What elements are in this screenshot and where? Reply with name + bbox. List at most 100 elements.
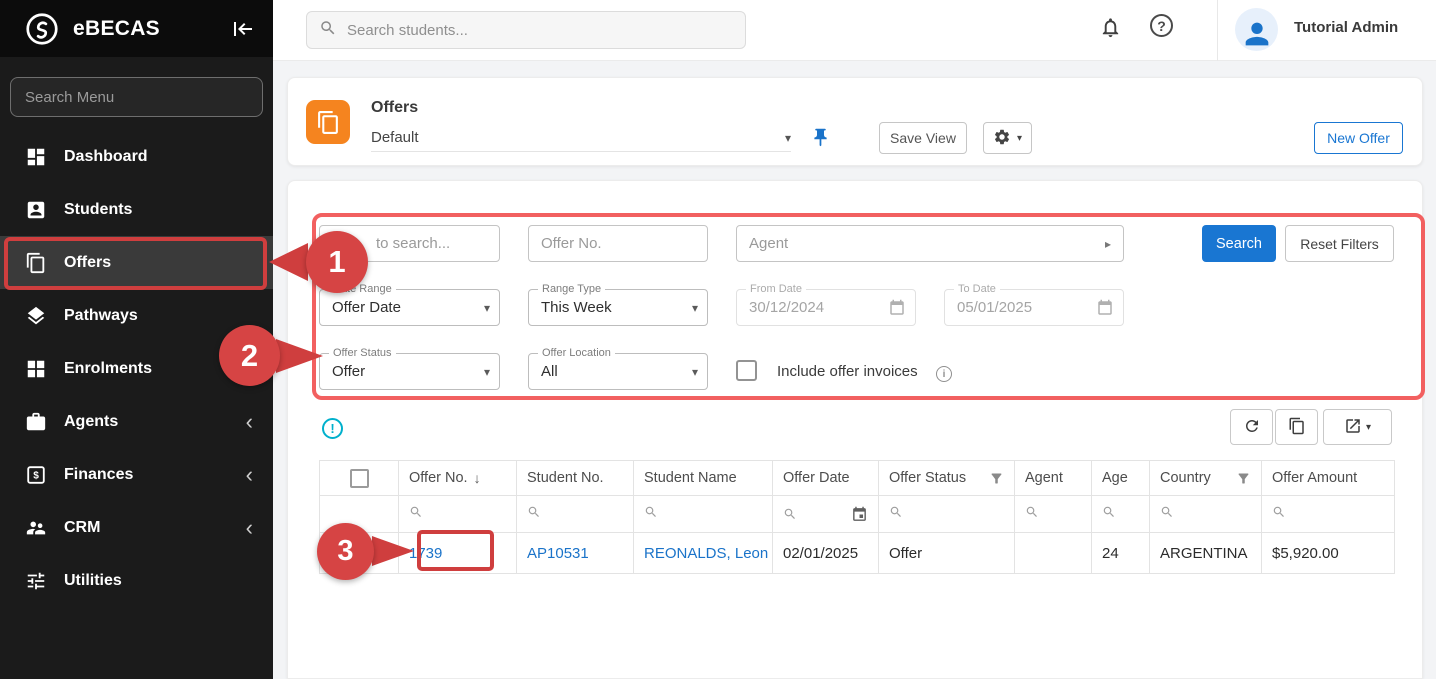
col-offer-amount[interactable]: Offer Amount — [1262, 461, 1395, 496]
include-invoices-checkbox[interactable] — [736, 360, 757, 381]
sort-desc-icon: ↓ — [474, 470, 481, 486]
student-name-column-filter[interactable] — [634, 496, 773, 533]
user-avatar[interactable] — [1235, 8, 1278, 51]
date-range-value: Offer Date — [332, 290, 401, 325]
col-offer-status[interactable]: Offer Status — [879, 461, 1015, 496]
sidebar-collapse-icon[interactable] — [231, 17, 255, 41]
age-column-filter[interactable] — [1092, 496, 1150, 533]
country-cell: ARGENTINA — [1150, 533, 1262, 574]
offer-no-input[interactable] — [528, 225, 708, 262]
sidebar-item-label: Students — [64, 201, 253, 219]
refresh-icon — [1243, 417, 1261, 438]
pin-view-icon[interactable] — [810, 127, 831, 148]
row-select-cell[interactable] — [320, 533, 399, 574]
col-student-name[interactable]: Student Name — [634, 461, 773, 496]
save-view-button[interactable]: Save View — [879, 122, 967, 154]
ebecas-logo-icon — [24, 11, 60, 47]
student-no-column-filter[interactable] — [517, 496, 634, 533]
col-country[interactable]: Country — [1150, 461, 1262, 496]
date-range-select[interactable]: Date Range Offer Date ▾ — [319, 289, 500, 326]
offer-status-select[interactable]: Offer Status Offer ▾ — [319, 353, 500, 390]
offer-no-column-filter[interactable] — [399, 496, 517, 533]
offers-panel-icon — [306, 100, 350, 144]
offers-content-card: Agent ▸ Search Reset Filters Date Range … — [287, 180, 1423, 679]
age-cell: 24 — [1092, 533, 1150, 574]
student-search-input[interactable] — [347, 22, 733, 39]
offer-date-column-filter[interactable] — [773, 496, 879, 533]
offer-amount-column-filter[interactable] — [1262, 496, 1395, 533]
table-row[interactable]: 1739 AP10531 REONALDS, Leon 02/01/2025 O… — [320, 533, 1395, 574]
search-button[interactable]: Search — [1202, 225, 1276, 262]
sidebar-item-utilities[interactable]: Utilities — [0, 554, 273, 607]
sidebar-item-agents[interactable]: Agents ‹ — [0, 395, 273, 448]
to-date-field[interactable]: To Date 05/01/2025 — [944, 289, 1124, 326]
topbar-divider — [1217, 0, 1218, 61]
sidebar-nav: Dashboard Students Offers Pathways Enrol… — [0, 130, 273, 607]
menu-search-input[interactable] — [10, 77, 263, 117]
agent-select[interactable]: Agent ▸ — [736, 225, 1124, 262]
offer-status-column-filter[interactable] — [879, 496, 1015, 533]
col-age[interactable]: Age — [1092, 461, 1150, 496]
chevron-down-icon: ▾ — [484, 301, 490, 315]
filter-icon[interactable] — [989, 471, 1004, 486]
new-offer-button[interactable]: New Offer — [1314, 122, 1403, 154]
refresh-button[interactable] — [1230, 409, 1273, 445]
calendar-icon[interactable] — [851, 506, 868, 523]
brand-name: eBECAS — [73, 17, 218, 41]
dashboard-icon — [25, 146, 47, 168]
from-date-field[interactable]: From Date 30/12/2024 — [736, 289, 916, 326]
student-no-link[interactable]: AP10531 — [527, 545, 589, 562]
text-search-input[interactable] — [319, 225, 500, 262]
sidebar-item-label: Enrolments — [64, 360, 253, 378]
agent-column-filter[interactable] — [1015, 496, 1092, 533]
chevron-down-icon: ▾ — [692, 301, 698, 315]
ebecas-app: eBECAS Dashboard Students Offers Pathway… — [0, 0, 1436, 679]
sidebar-item-finances[interactable]: $ Finances ‹ — [0, 448, 273, 501]
to-date-value: 05/01/2025 — [957, 290, 1032, 325]
topbar: ? Tutorial Admin — [273, 0, 1436, 61]
info-icon: i — [936, 366, 952, 382]
chevron-down-icon: ▾ — [785, 131, 791, 145]
from-date-value: 30/12/2024 — [749, 290, 824, 325]
students-icon — [25, 199, 47, 221]
sidebar-item-offers[interactable]: Offers — [0, 236, 273, 289]
chevron-down-icon: ▾ — [484, 365, 490, 379]
chevron-right-icon: ▸ — [1105, 237, 1111, 251]
include-invoices-label: Include offer invoices — [777, 363, 918, 380]
grid-info-icon[interactable]: ! — [322, 418, 343, 439]
brand-header: eBECAS — [0, 0, 273, 57]
reset-filters-button[interactable]: Reset Filters — [1285, 225, 1394, 262]
sidebar-item-students[interactable]: Students — [0, 183, 273, 236]
agents-icon — [25, 411, 47, 433]
sidebar-item-label: CRM — [64, 519, 229, 537]
search-icon — [1102, 506, 1116, 523]
offer-no-link[interactable]: 1739 — [409, 545, 442, 562]
export-button[interactable]: ▾ — [1323, 409, 1392, 445]
help-icon[interactable]: ? — [1150, 14, 1173, 37]
search-icon — [527, 506, 541, 523]
sidebar-item-dashboard[interactable]: Dashboard — [0, 130, 273, 183]
select-all-header[interactable] — [320, 461, 399, 496]
view-selector[interactable]: Default ▾ — [371, 124, 791, 152]
col-student-no[interactable]: Student No. — [517, 461, 634, 496]
sidebar-item-crm[interactable]: CRM ‹ — [0, 501, 273, 554]
col-offer-no[interactable]: Offer No.↓ — [399, 461, 517, 496]
copy-button[interactable] — [1275, 409, 1318, 445]
col-offer-date[interactable]: Offer Date — [773, 461, 879, 496]
calendar-icon — [888, 299, 906, 317]
notifications-bell-icon[interactable] — [1099, 16, 1122, 39]
col-agent[interactable]: Agent — [1015, 461, 1092, 496]
filter-icon[interactable] — [1236, 471, 1251, 486]
range-type-select[interactable]: Range Type This Week ▾ — [528, 289, 708, 326]
sidebar-item-enrolments[interactable]: Enrolments — [0, 342, 273, 395]
search-icon — [1272, 506, 1286, 523]
user-name: Tutorial Admin — [1294, 19, 1398, 36]
view-settings-button[interactable]: ▾ — [983, 122, 1032, 154]
panel-title: Offers — [371, 99, 418, 117]
sidebar-item-label: Finances — [64, 466, 229, 484]
offer-location-select[interactable]: Offer Location All ▾ — [528, 353, 708, 390]
student-name-link[interactable]: REONALDS, Leon — [644, 545, 768, 562]
sidebar-item-pathways[interactable]: Pathways — [0, 289, 273, 342]
country-column-filter[interactable] — [1150, 496, 1262, 533]
select-all-checkbox[interactable] — [350, 469, 369, 488]
